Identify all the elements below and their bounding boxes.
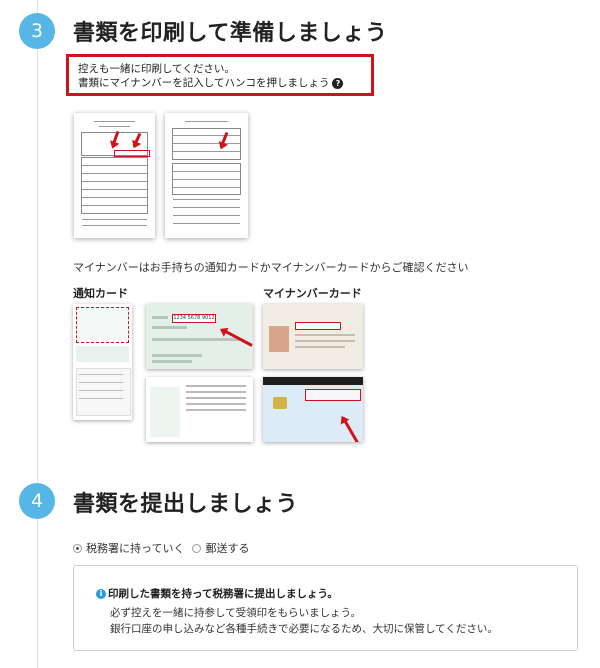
notification-card-full-image[interactable] (73, 304, 132, 420)
application-form-thumbnail-1[interactable] (74, 113, 155, 238)
radio-label-bring-to-tax-office[interactable]: 税務署に持っていく (86, 540, 184, 556)
info-heading-row: i 印刷した書類を持って税務署に提出しましょう。 (96, 586, 338, 601)
notice-line-1: 控えも一緒に印刷してください。 (78, 63, 235, 75)
submission-info-box: i 印刷した書類を持って税務署に提出しましょう。 必ず控えを一緒に持参して受領印… (73, 565, 578, 651)
notification-card-label: 通知カード (73, 287, 128, 300)
step-4-number-circle: 4 (19, 483, 55, 519)
radio-bring-to-tax-office[interactable] (73, 543, 82, 553)
step-3-number-circle: 3 (19, 13, 55, 49)
application-form-thumbnail-2[interactable] (165, 113, 248, 238)
radio-label-mail[interactable]: 郵送する (205, 540, 249, 556)
step-3-title: 書類を印刷して準備しましょう (73, 21, 388, 46)
card-number-highlight: 1234 5678 9012 (172, 314, 216, 323)
notification-card-front-image[interactable]: 1234 5678 9012 (146, 304, 253, 369)
mynumber-card-back-image[interactable] (263, 377, 363, 442)
notice-line-2-row: 書類にマイナンバーを記入してハンコを押しましょう? (78, 76, 362, 90)
submission-method-options: 税務署に持っていく 郵送する (73, 540, 249, 556)
mynumber-notice-box: 控えも一緒に印刷してください。 書類にマイナンバーを記入してハンコを押しましょう… (66, 54, 374, 96)
mynumber-check-caption: マイナンバーはお手持ちの通知カードかマイナンバーカードからご確認ください (73, 261, 469, 274)
step-4-title: 書類を提出しましょう (73, 492, 299, 517)
info-line-2: 銀行口座の申し込みなど各種手続きで必要になるため、大切に保管してください。 (110, 623, 498, 635)
step-timeline-line (37, 0, 38, 668)
help-icon[interactable]: ? (332, 77, 344, 89)
info-heading: 印刷した書類を持って税務署に提出しましょう。 (108, 588, 338, 600)
radio-mail[interactable] (192, 543, 202, 553)
info-icon: i (96, 588, 106, 599)
mynumber-card-front-image[interactable] (263, 304, 363, 369)
notice-line-2: 書類にマイナンバーを記入してハンコを押しましょう (78, 77, 330, 89)
mynumber-card-label: マイナンバーカード (263, 287, 362, 300)
info-line-1: 必ず控えを一緒に持参して受領印をもらいましょう。 (110, 607, 362, 619)
notification-card-back-image[interactable] (146, 377, 253, 442)
